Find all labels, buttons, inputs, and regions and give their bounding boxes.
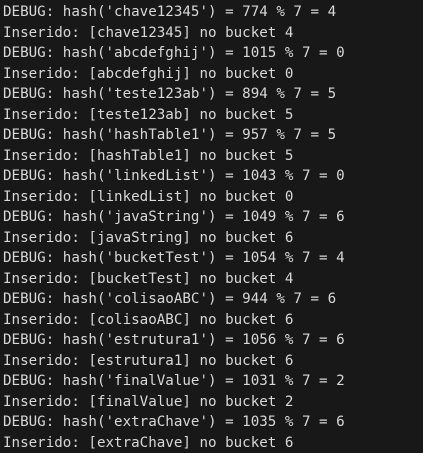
terminal-line: DEBUG: hash('chave12345') = 774 % 7 = 4 [3,2,423,23]
terminal-line: Inserido: [bucketTest] no bucket 4 [3,269,423,290]
terminal-line: Inserido: [chave12345] no bucket 4 [3,23,423,44]
terminal-line: DEBUG: hash('abcdefghij') = 1015 % 7 = 0 [3,43,423,64]
terminal-line: Inserido: [javaString] no bucket 6 [3,228,423,249]
terminal-line: Inserido: [finalValue] no bucket 2 [3,392,423,413]
terminal-output: DEBUG: hash('chave12345') = 774 % 7 = 4 … [0,0,423,451]
terminal-line: Inserido: [hashTable1] no bucket 5 [3,146,423,167]
terminal-line: DEBUG: hash('extraChave') = 1035 % 7 = 6 [3,412,423,433]
terminal-line: DEBUG: hash('bucketTest') = 1054 % 7 = 4 [3,248,423,269]
terminal-line: Inserido: [colisaoABC] no bucket 6 [3,310,423,331]
terminal-line: Inserido: [extraChave] no bucket 6 [3,433,423,453]
terminal-line: Inserido: [teste123ab] no bucket 5 [3,105,423,126]
terminal-line: Inserido: [estrutura1] no bucket 6 [3,351,423,372]
terminal-line: Inserido: [linkedList] no bucket 0 [3,187,423,208]
terminal-line: DEBUG: hash('colisaoABC') = 944 % 7 = 6 [3,289,423,310]
terminal-line: DEBUG: hash('teste123ab') = 894 % 7 = 5 [3,84,423,105]
terminal-line: DEBUG: hash('javaString') = 1049 % 7 = 6 [3,207,423,228]
terminal-line: Inserido: [abcdefghij] no bucket 0 [3,64,423,85]
terminal-line: DEBUG: hash('hashTable1') = 957 % 7 = 5 [3,125,423,146]
terminal-line: DEBUG: hash('estrutura1') = 1056 % 7 = 6 [3,330,423,351]
terminal-line: DEBUG: hash('finalValue') = 1031 % 7 = 2 [3,371,423,392]
terminal-line: DEBUG: hash('linkedList') = 1043 % 7 = 0 [3,166,423,187]
